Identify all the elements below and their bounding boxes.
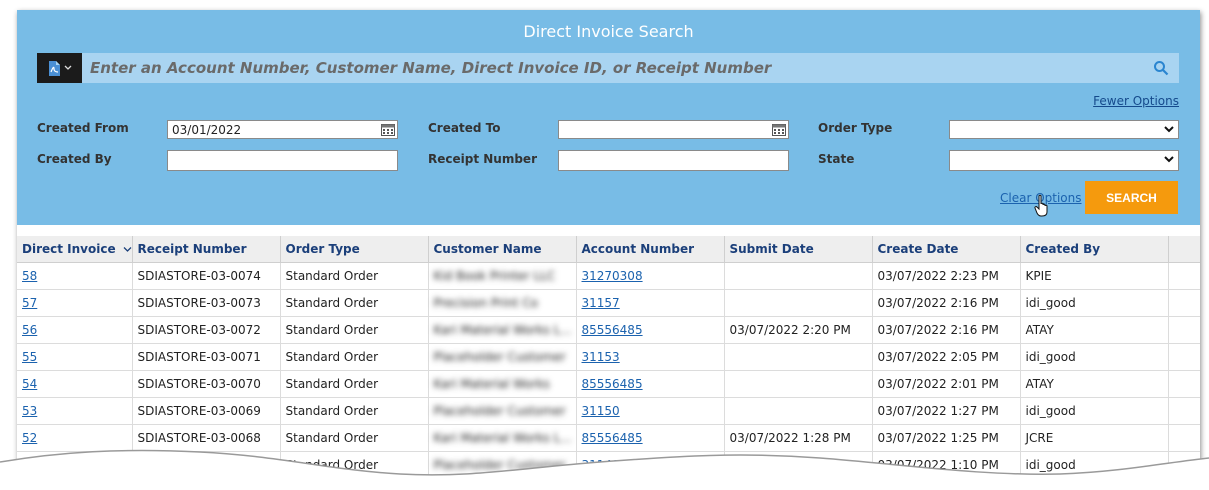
torn-edge-overlay <box>0 449 1209 490</box>
